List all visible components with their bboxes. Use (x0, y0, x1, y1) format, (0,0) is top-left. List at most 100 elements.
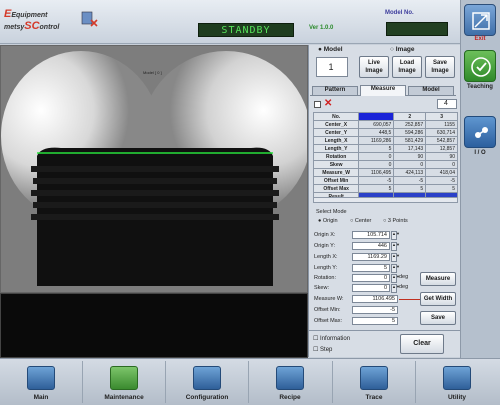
clear-button[interactable]: Clear (400, 334, 444, 354)
table-cell[interactable]: 0 (425, 160, 458, 169)
table-cell[interactable]: 17,143 (393, 144, 427, 153)
trace-icon[interactable] (360, 366, 388, 390)
measure-w-field[interactable]: 1106.495 (352, 295, 398, 303)
table-cell[interactable]: -5 (425, 176, 458, 185)
spinner-arrows-icon[interactable]: ▲▼ (391, 253, 400, 262)
field-input[interactable]: 0 (352, 284, 390, 292)
table-cell[interactable]: 690,057 (358, 120, 395, 129)
mode-origin-radio[interactable]: ● Origin (318, 218, 338, 224)
logo-tools-icon (81, 11, 98, 27)
spinner-arrows-icon[interactable]: ▲▼ (391, 274, 400, 283)
teaching-button[interactable] (464, 50, 496, 82)
main-icon[interactable] (27, 366, 55, 390)
table-row[interactable]: Offset Min -5 -5 -5 (312, 176, 458, 185)
table-cell[interactable]: 1169,286 (358, 136, 395, 145)
camera-image-view[interactable]: Model [ 0 ] (0, 45, 308, 293)
offset-min-field[interactable]: -5 (352, 306, 398, 314)
measure-table[interactable]: No. 1 2 3 Center_X 690,057 252,857 1155 Cent… (312, 112, 458, 201)
mode-3points-radio[interactable]: ○ 3 Points (383, 218, 408, 224)
mode-center-radio[interactable]: ○ Center (350, 218, 371, 224)
nav-main-label[interactable]: Main (1, 394, 81, 401)
table-scrollbar[interactable] (313, 197, 458, 203)
item-count-field[interactable]: 4 (437, 99, 457, 109)
tab-measure[interactable]: Measure (360, 85, 406, 96)
table-cell[interactable]: 424,113 (393, 168, 427, 177)
maintenance-icon[interactable] (110, 366, 138, 390)
nav-configuration-label[interactable]: Configuration (167, 394, 247, 401)
table-cell[interactable]: 5 (425, 184, 458, 193)
measure-button[interactable]: Measure (420, 272, 456, 286)
field-label: Skew: (314, 285, 329, 291)
table-cell[interactable]: 5 (393, 184, 427, 193)
io-button[interactable] (464, 116, 496, 148)
delete-icon[interactable]: ✕ (324, 98, 332, 109)
table-cell[interactable]: 1155 (425, 120, 458, 129)
model-radio[interactable]: ● Model (318, 46, 343, 53)
field-input[interactable]: 5 (352, 264, 390, 272)
table-cell[interactable]: 448,5 (358, 128, 395, 137)
table-row[interactable]: Length_X 1169,286 581,429 542,857 (312, 136, 458, 145)
field-input[interactable]: 105.714 (352, 231, 390, 239)
tab-pattern[interactable]: Pattern (312, 86, 358, 96)
table-cell[interactable]: 5 (358, 144, 395, 153)
table-cell[interactable]: 418,04 (425, 168, 458, 177)
table-row[interactable]: Offset Max 5 5 5 (312, 184, 458, 193)
table-row[interactable]: Skew 0 0 0 (312, 160, 458, 169)
live-image-button[interactable]: Live Image (359, 56, 389, 78)
exit-button[interactable] (464, 4, 496, 36)
mode-center-label: Center (354, 218, 372, 224)
nav-maintenance-label[interactable]: Maintenance (84, 394, 164, 401)
step-checkbox[interactable]: ☐ Step (313, 346, 332, 353)
table-row-header: Skew (312, 160, 360, 169)
field-input[interactable]: 446 (352, 242, 390, 250)
save-image-button[interactable]: Save Image (425, 56, 455, 78)
tab-model[interactable]: Model (408, 86, 454, 96)
version-label: Ver 1.0.0 (309, 25, 334, 31)
table-cell[interactable]: 5 (358, 184, 395, 193)
table-cell[interactable]: -5 (358, 176, 395, 185)
table-cell[interactable]: 542,857 (425, 136, 458, 145)
recipe-icon[interactable] (276, 366, 304, 390)
table-cell[interactable]: 630,714 (425, 128, 458, 137)
load-image-button[interactable]: Load Image (392, 56, 422, 78)
nav-recipe-label[interactable]: Recipe (250, 394, 330, 401)
utility-icon[interactable] (443, 366, 471, 390)
field-input[interactable]: 1169.29 (352, 253, 390, 261)
table-row-header: Length_X (312, 136, 360, 145)
image-radio[interactable]: ○ Image (390, 46, 415, 53)
table-cell[interactable]: 581,429 (393, 136, 427, 145)
get-width-button[interactable]: Get Width (420, 292, 456, 306)
save-button[interactable]: Save (420, 311, 456, 325)
field-input[interactable]: 0 (352, 274, 390, 282)
spinner-arrows-icon[interactable]: ▲▼ (391, 231, 400, 240)
table-row[interactable]: Length_Y 5 17,143 12,857 (312, 144, 458, 153)
offset-max-field[interactable]: 5 (352, 317, 398, 325)
table-cell[interactable]: 594,286 (393, 128, 427, 137)
spinner-arrows-icon[interactable]: ▲▼ (391, 264, 400, 273)
nav-utility-label[interactable]: Utility (417, 394, 497, 401)
table-cell[interactable]: 0 (358, 152, 395, 161)
new-item-icon[interactable] (314, 101, 321, 108)
skew-unit-label: deg (399, 284, 409, 290)
table-cell[interactable]: 0 (393, 160, 427, 169)
image-info-area (0, 293, 308, 358)
table-cell[interactable]: 90 (393, 152, 427, 161)
configuration-icon[interactable] (193, 366, 221, 390)
table-cell[interactable]: 1106,495 (358, 168, 395, 177)
spinner-arrows-icon[interactable]: ▲▼ (391, 242, 400, 251)
logo-accent-sc: SC (24, 20, 40, 32)
table-row[interactable]: Center_X 690,057 252,857 1155 (312, 120, 458, 129)
table-cell[interactable]: 252,857 (393, 120, 427, 129)
table-row[interactable]: Measure_W 1106,495 424,113 418,04 (312, 168, 458, 177)
table-row-header: Measure_W (312, 168, 360, 177)
table-cell[interactable]: 90 (425, 152, 458, 161)
table-cell[interactable]: 12,857 (425, 144, 458, 153)
table-row[interactable]: Center_Y 448,5 594,286 630,714 (312, 128, 458, 137)
nav-trace-label[interactable]: Trace (334, 394, 414, 401)
information-checkbox[interactable]: ☐ Information (313, 335, 350, 342)
model-number-field[interactable]: 1 (316, 57, 348, 77)
spinner-arrows-icon[interactable]: ▲▼ (391, 284, 400, 293)
table-cell[interactable]: -5 (393, 176, 427, 185)
table-cell[interactable]: 0 (358, 160, 395, 169)
table-row[interactable]: Rotation 0 90 90 (312, 152, 458, 161)
